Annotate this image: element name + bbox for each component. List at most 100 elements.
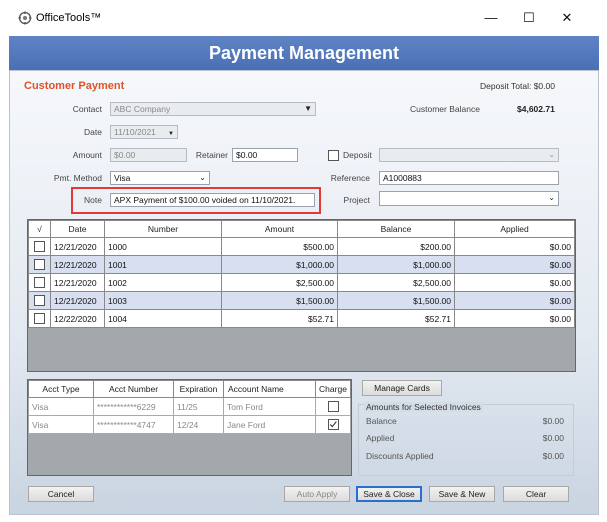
chevron-down-icon: ⌄ [199, 173, 206, 182]
amount-label: Amount [72, 150, 102, 160]
cell-date: 12/21/2020 [50, 237, 105, 256]
customer-balance-label: Customer Balance [410, 104, 480, 114]
cell-applied: $0.00 [454, 291, 575, 310]
col-date[interactable]: Date [50, 220, 105, 238]
row-select-cell [28, 237, 51, 256]
cell-balance: $2,500.00 [337, 273, 455, 292]
deposit-select[interactable]: ⌄ [379, 148, 559, 162]
cell-number: 1000 [104, 237, 222, 256]
cell-amount: $52.71 [221, 309, 338, 328]
col-balance[interactable]: Balance [337, 220, 455, 238]
save-close-button[interactable]: Save & Close [356, 486, 422, 502]
retainer-field[interactable]: $0.00 [232, 148, 298, 162]
cell-date: 12/21/2020 [50, 255, 105, 274]
pmt-method-select[interactable]: Visa ⌄ [110, 171, 210, 185]
card-cell-expiration: 11/25 [173, 397, 224, 416]
cell-applied: $0.00 [454, 273, 575, 292]
note-field[interactable]: APX Payment of $100.00 voided on 11/10/2… [110, 193, 315, 207]
calendar-dropdown-icon: ▼ [168, 131, 174, 137]
amt-applied-label: Applied [366, 433, 395, 443]
amt-discounts-value: $0.00 [542, 451, 564, 461]
save-new-button[interactable]: Save & New [429, 486, 495, 502]
col-applied[interactable]: Applied [454, 220, 575, 238]
amounts-title: Amounts for Selected Invoices [364, 402, 483, 412]
page-title: Payment Management [208, 43, 400, 63]
cell-applied: $0.00 [454, 255, 575, 274]
cell-balance: $1,500.00 [337, 291, 455, 310]
contact-label: Contact [72, 104, 102, 114]
col-acct-number[interactable]: Acct Number [93, 380, 174, 398]
project-select[interactable]: ⌄ [379, 191, 559, 206]
charge-checkbox[interactable] [327, 401, 339, 412]
table-row[interactable]: 12/21/2020 1003 $1,500.00 $1,500.00 $0.00 [28, 291, 575, 310]
reference-field[interactable]: A1000883 [379, 171, 559, 185]
row-select-cell [28, 255, 51, 274]
table-row[interactable]: 12/21/2020 1000 $500.00 $200.00 $0.00 [28, 237, 575, 256]
charge-checkbox[interactable] [327, 419, 339, 430]
customer-balance-value: $4,602.71 [517, 104, 555, 114]
cell-balance: $1,000.00 [337, 255, 455, 274]
card-cell-number: ************4747 [93, 415, 174, 434]
table-row[interactable]: 12/21/2020 1002 $2,500.00 $2,500.00 $0.00 [28, 273, 575, 292]
cell-number: 1001 [104, 255, 222, 274]
amt-balance-label: Balance [366, 416, 397, 426]
row-checkbox[interactable] [34, 313, 45, 324]
deposit-checkbox[interactable] [328, 150, 339, 161]
date-label: Date [84, 127, 102, 137]
amt-applied-value: $0.00 [542, 433, 564, 443]
section-title: Customer Payment [24, 80, 125, 92]
cell-amount: $2,500.00 [221, 273, 338, 292]
col-account-name[interactable]: Account Name [223, 380, 316, 398]
contact-select[interactable]: ABC Company ▼ [110, 102, 316, 116]
cell-number: 1002 [104, 273, 222, 292]
pmt-method-label: Pmt. Method [53, 173, 102, 183]
row-select-cell [28, 273, 51, 292]
table-row[interactable]: 12/21/2020 1001 $1,000.00 $1,000.00 $0.00 [28, 255, 575, 274]
cell-amount: $500.00 [221, 237, 338, 256]
card-cell-expiration: 12/24 [173, 415, 224, 434]
date-picker[interactable]: 11/10/2021 ▼ [110, 125, 178, 139]
col-expiration[interactable]: Expiration [173, 380, 224, 398]
col-charge[interactable]: Charge [315, 380, 351, 398]
card-row[interactable]: Visa ************6229 11/25 Tom Ford [28, 397, 351, 416]
row-checkbox[interactable] [34, 295, 45, 306]
retainer-label: Retainer [195, 150, 228, 160]
chevron-down-icon: ▼ [304, 104, 312, 113]
invoices-grid: √ Date Number Amount Balance Applied 12/… [27, 219, 576, 372]
col-acct-type[interactable]: Acct Type [28, 380, 94, 398]
amt-balance-value: $0.00 [542, 416, 564, 426]
clear-button[interactable]: Clear [503, 486, 569, 502]
row-checkbox[interactable] [34, 259, 45, 270]
amount-field[interactable]: $0.00 [110, 148, 187, 162]
cell-balance: $52.71 [337, 309, 455, 328]
row-checkbox[interactable] [34, 241, 45, 252]
cell-number: 1004 [104, 309, 222, 328]
row-checkbox[interactable] [34, 277, 45, 288]
card-cell-type: Visa [28, 397, 94, 416]
cell-applied: $0.00 [454, 237, 575, 256]
card-row[interactable]: Visa ************4747 12/24 Jane Ford [28, 415, 351, 434]
manage-cards-button[interactable]: Manage Cards [362, 380, 442, 396]
cell-amount: $1,000.00 [221, 255, 338, 274]
project-label: Project [343, 195, 370, 205]
cancel-button[interactable]: Cancel [28, 486, 94, 502]
col-number[interactable]: Number [104, 220, 222, 238]
cell-amount: $1,500.00 [221, 291, 338, 310]
cell-date: 12/22/2020 [50, 309, 105, 328]
deposit-label: Deposit [343, 150, 372, 160]
close-button[interactable]: ✕ [556, 8, 578, 28]
card-cell-number: ************6229 [93, 397, 174, 416]
col-select[interactable]: √ [28, 220, 51, 238]
cell-applied: $0.00 [454, 309, 575, 328]
app-logo-icon [18, 11, 32, 25]
col-amount[interactable]: Amount [221, 220, 338, 238]
cell-date: 12/21/2020 [50, 291, 105, 310]
maximize-button[interactable]: ☐ [518, 8, 540, 28]
table-row[interactable]: 12/22/2020 1004 $52.71 $52.71 $0.00 [28, 309, 575, 328]
app-title: OfficeTools™ [36, 12, 102, 24]
minimize-button[interactable]: — [480, 8, 502, 28]
cards-grid: Acct Type Acct Number Expiration Account… [27, 379, 352, 476]
auto-apply-button[interactable]: Auto Apply [284, 486, 350, 502]
row-select-cell [28, 309, 51, 328]
reference-label: Reference [330, 173, 370, 183]
